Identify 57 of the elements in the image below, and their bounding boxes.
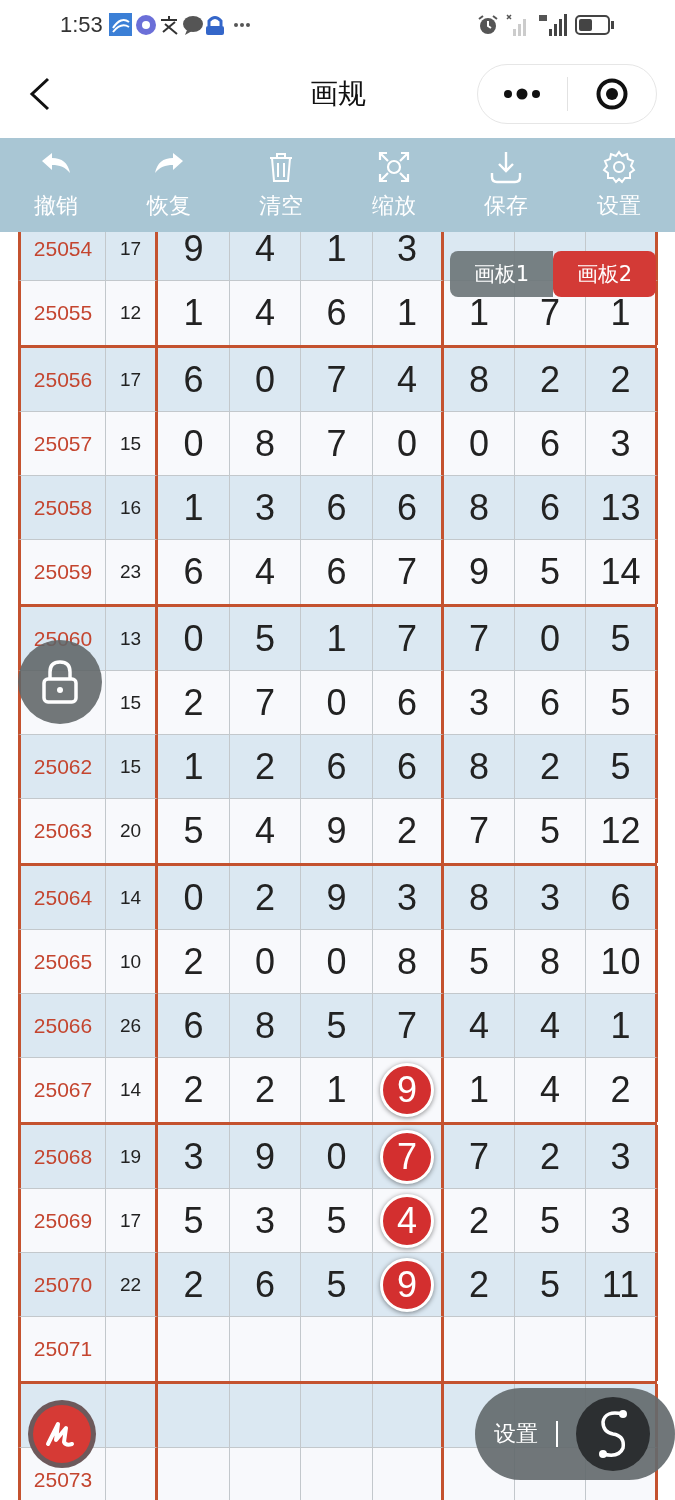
number-cell: 2 [586,1058,658,1122]
alarm-icon [477,14,499,36]
number-cell: 4 [230,799,301,863]
number-cell: 5 [515,540,586,604]
issue-number: 25055 [18,281,106,345]
number-cell: 4 [515,1058,586,1122]
number-cell: 1 [158,281,230,345]
number-cell: 2 [373,799,444,863]
issue-number: 25067 [18,1058,106,1122]
number-cell: 9 [444,540,515,604]
toolbar-button[interactable]: 撤销 [0,138,113,232]
sum-cell: 23 [106,540,158,604]
lock-icon [39,659,81,705]
settings-icon [600,149,637,185]
issue-number: 25071 [18,1317,106,1381]
issue-number: 25059 [18,540,106,604]
toolbar-button[interactable]: 缩放 [337,138,450,232]
circled-number: 4 [380,1193,434,1248]
number-cell: 7 [373,540,444,604]
signal-icon [537,13,569,37]
toolbar-button[interactable]: 设置 [562,138,675,232]
number-cell: 4 [230,281,301,345]
number-cell: 4 [230,540,301,604]
circled-number: 9 [380,1063,434,1117]
circled-number: 9 [380,1257,434,1312]
number-cell: 2 [230,1058,301,1122]
number-cell: 7 [444,799,515,863]
number-cell: 9 [301,799,373,863]
number-cell: 1 [301,1058,373,1122]
number-cell: 14 [586,540,658,604]
number-cell: 1 [373,281,444,345]
battery-icon [575,14,615,36]
circled-number: 7 [380,1129,434,1184]
target-icon [594,77,629,111]
settings-label[interactable]: 设置 [494,1419,538,1449]
number-cell: 5 [515,799,586,863]
toolbar-button[interactable]: 保存 [450,138,563,232]
issue-number: 25063 [18,799,106,863]
number-cell: 6 [301,540,373,604]
board-tab[interactable]: 画板1 [450,251,553,297]
number-cell: 12 [586,799,658,863]
more-icon [502,88,543,100]
toolbar-button[interactable]: 恢复 [112,138,225,232]
back-icon[interactable] [28,77,52,111]
number-cell: 1 [444,1058,515,1122]
sum-cell: 20 [106,799,158,863]
toolbar-button[interactable]: 清空 [225,138,338,232]
board-tab[interactable]: 画板2 [553,251,656,297]
page-title: 画规 [309,77,366,110]
status-time: 1:53 [60,12,103,38]
number-cell: 2 [158,1058,230,1122]
number-cell: 5 [158,799,230,863]
more-icon [232,22,251,28]
number-cell: 6 [158,540,230,604]
number-cell: 6 [301,281,373,345]
sum-cell: 12 [106,281,158,345]
sum-cell: 14 [106,1058,158,1122]
